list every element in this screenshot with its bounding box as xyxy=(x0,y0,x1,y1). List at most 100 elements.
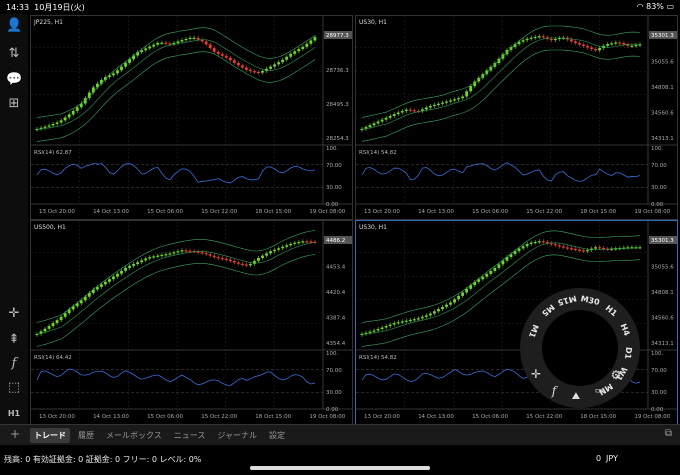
bollinger-lower xyxy=(361,49,641,142)
chart-jp225-canvas[interactable]: JP225, H1 RSI(14) 62.87 28977.3 28736.3 2849… xyxy=(31,16,352,219)
candle xyxy=(293,242,297,244)
account-icon[interactable]: 👤 xyxy=(6,18,22,34)
tab-5[interactable]: 設定 xyxy=(265,428,289,443)
candle xyxy=(116,273,119,277)
candle xyxy=(124,267,127,271)
candle xyxy=(529,37,533,39)
candle xyxy=(144,258,148,261)
candle xyxy=(457,98,461,100)
candle xyxy=(116,70,119,74)
price-tick: 35055.6 xyxy=(651,60,674,66)
candle xyxy=(388,115,392,118)
add-document-icon[interactable]: ⊞ xyxy=(6,96,22,112)
candle xyxy=(273,249,277,252)
candle xyxy=(372,330,376,332)
candle xyxy=(172,252,176,254)
rsi-tick: 100. xyxy=(651,351,663,357)
rsi-label: RSI(14) 64.42 xyxy=(34,355,72,361)
candle xyxy=(412,319,416,321)
candle xyxy=(433,311,436,314)
rsi-label: RSI(14) 54.82 xyxy=(359,150,397,156)
chat-icon[interactable]: 💬 xyxy=(6,72,22,88)
candle xyxy=(392,323,396,325)
trade-icon[interactable]: ⇅ xyxy=(6,46,22,62)
candle xyxy=(200,252,204,254)
tab-0[interactable]: トレード xyxy=(30,428,70,443)
candle xyxy=(216,257,220,259)
time-tick: 15 Oct 06:00 xyxy=(472,414,508,420)
candle xyxy=(388,324,392,327)
candle xyxy=(582,44,585,46)
tab-2[interactable]: メールボックス xyxy=(102,428,166,443)
time-tick: 13 Oct 20:00 xyxy=(39,414,75,420)
candle xyxy=(120,66,123,71)
candle xyxy=(265,253,268,256)
candles-icon[interactable]: ⇞ xyxy=(6,332,22,348)
candle xyxy=(51,124,55,126)
chart-us500[interactable]: US500, H1 RSI(14) 64.42 4486.2 4453.4 4420.4… xyxy=(30,220,353,425)
wheel-settings-icon[interactable]: ⚙ xyxy=(611,368,622,382)
status-time: 14:33 xyxy=(6,3,30,12)
candle xyxy=(586,45,589,48)
chart-us500-canvas[interactable]: US500, H1 RSI(14) 64.42 4486.2 4453.4 4420.4… xyxy=(31,221,352,424)
candle xyxy=(144,48,148,51)
candle xyxy=(55,122,59,125)
candle xyxy=(622,42,626,45)
candle xyxy=(461,292,465,296)
candle xyxy=(408,109,412,111)
chart-jp225[interactable]: JP225, H1 RSI(14) 62.87 28977.3 28736.3 2849… xyxy=(30,15,353,220)
candle xyxy=(396,112,400,115)
candle xyxy=(63,313,67,317)
candle xyxy=(168,253,172,255)
crosshair-icon[interactable]: ✛ xyxy=(6,306,22,322)
candle xyxy=(445,101,448,103)
candle xyxy=(428,105,432,108)
candle xyxy=(208,44,212,49)
candle xyxy=(376,121,380,124)
bollinger-lower xyxy=(36,254,316,347)
tab-4[interactable]: ジャーナル xyxy=(213,428,261,443)
add-icon[interactable]: + xyxy=(10,427,20,441)
wheel-template-icon[interactable]: ▭ xyxy=(595,386,604,396)
home-indicator[interactable] xyxy=(250,466,430,470)
candle xyxy=(43,126,47,128)
candle xyxy=(485,273,489,277)
time-tick: 13 Oct 20:00 xyxy=(39,209,75,215)
chart-us30-top[interactable]: US30, H1 RSI(14) 54.82 35301.3 35055.6 34808… xyxy=(355,15,678,220)
wheel-center xyxy=(542,310,618,386)
wheel-objects-icon[interactable]: ⛰ xyxy=(572,391,581,402)
chart-us30-top-canvas[interactable]: US30, H1 RSI(14) 54.82 35301.3 35055.6 34808… xyxy=(356,16,677,219)
time-tick: 18 Oct 15:00 xyxy=(255,209,291,215)
candle xyxy=(372,123,376,126)
candle xyxy=(297,241,301,244)
candle xyxy=(297,49,301,52)
rsi-tick: 0.00 xyxy=(651,407,664,413)
time-tick: 15 Oct 22:00 xyxy=(526,414,562,420)
wifi-icon: ◠ xyxy=(636,2,644,11)
rsi-label: RSI(14) 54.82 xyxy=(359,355,397,361)
layout-icon[interactable]: ⧉ xyxy=(665,428,672,439)
indicator-icon[interactable]: f xyxy=(6,356,22,372)
candle xyxy=(285,245,289,247)
candle xyxy=(112,73,115,76)
timeframe-wheel[interactable]: M1 M5 M15 M30 H1 H4 D1 W1 MN ✛ f ⛰ ▭ ⚙ xyxy=(510,283,650,413)
candle xyxy=(368,331,372,333)
tab-3[interactable]: ニュース xyxy=(170,428,210,443)
chart-title: US500, H1 xyxy=(34,224,66,231)
time-tick: 19 Oct 08:00 xyxy=(634,209,670,215)
wheel-crosshair-icon[interactable]: ✛ xyxy=(531,367,541,381)
moving-average xyxy=(361,37,641,130)
candle xyxy=(416,318,420,320)
timeframe-d1[interactable]: D1 xyxy=(623,347,633,361)
candle xyxy=(124,62,127,67)
status-date: 10月19日(火) xyxy=(34,3,85,12)
time-tick: 14 Oct 13:00 xyxy=(418,414,454,420)
objects-icon[interactable]: ⬚ xyxy=(6,380,22,396)
candle xyxy=(240,263,244,265)
price-tick: 4453.4 xyxy=(326,265,346,271)
timeframe-button[interactable]: H1 xyxy=(6,406,22,422)
candle xyxy=(449,100,452,102)
candle xyxy=(525,244,529,247)
tab-1[interactable]: 履歴 xyxy=(74,428,98,443)
candle xyxy=(164,42,168,44)
